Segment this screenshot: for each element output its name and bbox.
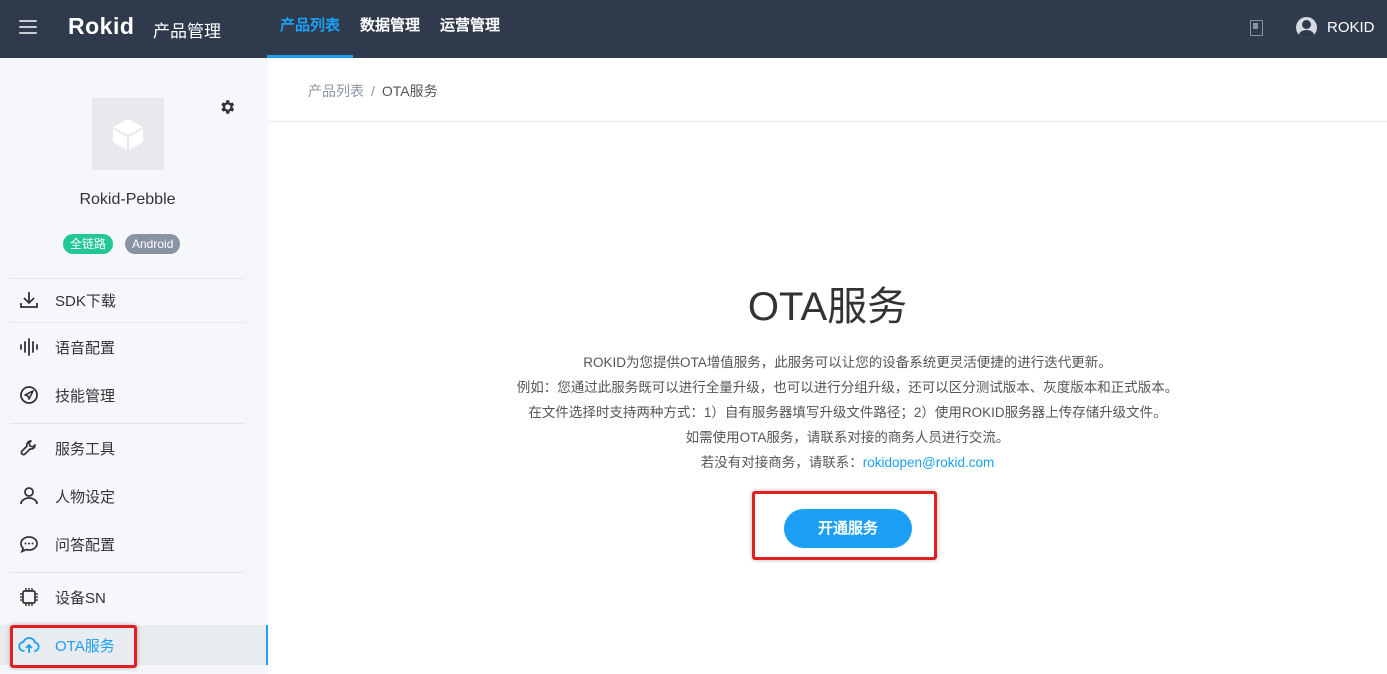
contact-prefix: 若没有对接商务，请联系：	[700, 455, 863, 470]
tag-android: Android	[125, 234, 181, 254]
description-line: ROKID为您提供OTA增值服务，此服务可以让您的设备系统更灵活便捷的进行迭代更…	[583, 355, 1112, 370]
download-icon	[18, 289, 40, 311]
tab-operations-management[interactable]: 运营管理	[440, 0, 500, 58]
service-description: ROKID为您提供OTA增值服务，此服务可以让您的设备系统更灵活便捷的进行迭代更…	[268, 350, 1387, 475]
sidebar-item-label: 技能管理	[55, 387, 116, 405]
sidebar-item-label: 设备SN	[55, 589, 106, 607]
chat-icon	[18, 533, 40, 555]
sidebar-item-label: 语音配置	[55, 339, 116, 357]
sidebar-item-skill-management[interactable]: 技能管理	[0, 375, 268, 415]
chip-icon	[18, 586, 40, 608]
user-avatar-icon[interactable]	[1296, 17, 1317, 38]
sidebar-item-device-sn[interactable]: 设备SN	[0, 577, 268, 617]
description-line: 在文件选择时支持两种方式：1）自有服务器填写升级文件路径；2）使用ROKID服务…	[528, 405, 1167, 420]
tab-product-list[interactable]: 产品列表	[266, 0, 354, 58]
divider	[10, 322, 245, 323]
sidebar-item-persona-setting[interactable]: 人物设定	[0, 476, 268, 516]
person-icon	[18, 485, 40, 507]
sidebar-item-label: 问答配置	[55, 536, 116, 554]
page-title: OTA服务	[747, 285, 908, 329]
tab-data-management[interactable]: 数据管理	[360, 0, 420, 58]
description-line: 例如：您通过此服务既可以进行全量升级，也可以进行分组升级，还可以区分测试版本、灰…	[516, 380, 1179, 395]
sidebar-item-qa-config[interactable]: 问答配置	[0, 524, 268, 564]
compass-icon	[18, 384, 40, 406]
breadcrumb-current: OTA服务	[381, 83, 438, 99]
sidebar: Rokid-Pebble 全链路 Android SDK下载 语音配置 技能管理…	[0, 58, 268, 674]
highlight-box-sidebar	[10, 625, 137, 668]
sidebar-item-service-tools[interactable]: 服务工具	[0, 428, 268, 468]
contact-email-link[interactable]: rokidopen@rokid.com	[863, 455, 995, 470]
breadcrumb: 产品列表 / OTA服务	[308, 81, 438, 101]
sidebar-item-label: SDK下载	[55, 292, 116, 310]
sidebar-item-sdk-download[interactable]: SDK下载	[0, 280, 268, 320]
username[interactable]: ROKID	[1327, 19, 1375, 36]
product-thumbnail	[92, 98, 164, 170]
breadcrumb-parent-link[interactable]: 产品列表	[308, 83, 364, 99]
highlight-box-button	[752, 491, 937, 560]
app-title: 产品管理	[153, 22, 221, 41]
waveform-icon	[18, 336, 40, 358]
wrench-icon	[18, 437, 40, 459]
divider	[10, 572, 245, 573]
cube-icon	[113, 119, 143, 150]
product-name: Rokid-Pebble	[79, 191, 176, 208]
sidebar-item-label: 人物设定	[55, 488, 116, 506]
tag-full-link: 全链路	[63, 234, 114, 254]
sidebar-item-label: 服务工具	[55, 440, 116, 458]
menu-icon[interactable]	[19, 20, 37, 34]
document-icon[interactable]	[1250, 20, 1263, 36]
divider	[10, 278, 245, 279]
gear-icon[interactable]	[218, 98, 236, 120]
top-bar: Rokid 产品管理 产品列表 数据管理 运营管理 ROKID	[0, 0, 1387, 58]
sidebar-item-voice-config[interactable]: 语音配置	[0, 327, 268, 367]
description-line: 如需使用OTA服务，请联系对接的商务人员进行交流。	[685, 430, 1010, 445]
contact-line: 若没有对接商务，请联系：rokidopen@rokid.com	[268, 450, 1387, 475]
rokid-logo[interactable]: Rokid	[68, 13, 134, 40]
divider	[10, 423, 245, 424]
main-divider	[268, 121, 1387, 122]
breadcrumb-separator: /	[371, 83, 375, 99]
